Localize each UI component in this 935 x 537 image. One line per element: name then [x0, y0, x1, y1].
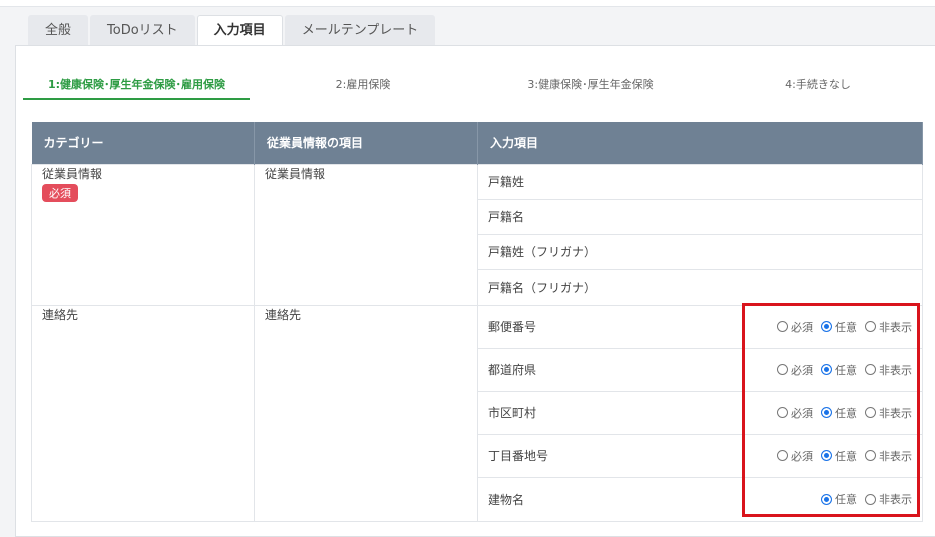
item-label: 丁目番地号	[488, 449, 549, 463]
main-tabs: 全般 ToDoリスト 入力項目 メールテンプレート	[28, 15, 437, 46]
radio-required[interactable]: 必須	[777, 405, 813, 421]
radio-hidden[interactable]: 非表示	[865, 491, 912, 507]
item-label: 市区町村	[488, 406, 537, 420]
radio-optional[interactable]: 任意	[821, 448, 857, 464]
header-input-item: 入力項目	[477, 122, 923, 164]
radio-circle-icon	[865, 364, 876, 375]
input-items-cell: 郵便番号 必須 任意 非表示 都道府県 必須 任意 非表示 市区町村 必須 任意…	[477, 304, 923, 522]
list-item: 都道府県 必須 任意 非表示	[478, 349, 922, 392]
item-label: 戸籍名（フリガナ）	[488, 280, 597, 295]
radio-circle-icon	[865, 493, 876, 505]
radio-checked-icon	[821, 493, 832, 505]
radio-label: 非表示	[879, 493, 912, 506]
employee-field-cell: 従業員情報	[254, 163, 478, 306]
list-item: 戸籍名（フリガナ）	[478, 270, 922, 305]
radio-label: 非表示	[879, 449, 912, 463]
radio-checked-icon	[821, 450, 832, 461]
category-cell: 連絡先	[31, 304, 255, 522]
radio-optional[interactable]: 任意	[821, 362, 857, 378]
list-item: 市区町村 必須 任意 非表示	[478, 392, 922, 435]
item-label: 郵便番号	[488, 320, 537, 334]
subtab-health-pension-employment[interactable]: 1:健康保険･厚生年金保険･雇用保険	[23, 76, 250, 100]
radio-hidden[interactable]: 非表示	[865, 319, 912, 335]
tab-todo-list[interactable]: ToDoリスト	[90, 15, 195, 45]
radio-circle-icon	[777, 321, 788, 332]
radio-label: 任意	[835, 363, 857, 377]
radio-optional[interactable]: 任意	[821, 319, 857, 335]
required-badge: 必須	[42, 183, 78, 202]
item-label: 戸籍姓（フリガナ）	[488, 245, 597, 259]
radio-circle-icon	[865, 407, 876, 418]
radio-checked-icon	[821, 364, 832, 375]
requirement-radio-group: 必須 任意 非表示	[769, 405, 912, 421]
tab-general[interactable]: 全般	[28, 15, 89, 45]
radio-label: 任意	[835, 406, 857, 420]
radio-required[interactable]: 必須	[777, 319, 813, 335]
procedure-subtabs: 1:健康保険･厚生年金保険･雇用保険 2:雇用保険 3:健康保険･厚生年金保険 …	[23, 46, 918, 100]
radio-label: 非表示	[879, 363, 912, 377]
table-row: 従業員情報 必須 従業員情報 戸籍姓 戸籍名 戸籍姓（フリガナ） 戸籍名（フリガ…	[31, 163, 923, 306]
radio-label: 任意	[835, 320, 857, 334]
radio-circle-icon	[777, 364, 788, 375]
radio-label: 非表示	[879, 320, 912, 334]
radio-circle-icon	[777, 450, 788, 461]
requirement-radio-group: 必須 任意 非表示	[769, 319, 912, 335]
list-item: 戸籍姓	[478, 165, 922, 200]
radio-required[interactable]: 必須	[777, 362, 813, 378]
radio-label: 非表示	[879, 406, 912, 420]
radio-label: 必須	[791, 320, 813, 334]
item-label: 建物名	[488, 492, 525, 507]
item-label: 戸籍姓	[488, 175, 525, 189]
category-label: 連絡先	[42, 307, 79, 322]
content-panel: 1:健康保険･厚生年金保険･雇用保険 2:雇用保険 3:健康保険･厚生年金保険 …	[15, 45, 935, 537]
subtab-employment[interactable]: 2:雇用保険	[323, 76, 403, 98]
requirement-radio-group: 必須 任意 非表示	[769, 362, 912, 378]
radio-label: 必須	[791, 363, 813, 377]
list-item: 戸籍名	[478, 200, 922, 235]
radio-checked-icon	[821, 321, 832, 332]
list-item: 丁目番地号 必須 任意 非表示	[478, 435, 922, 478]
tab-mail-template[interactable]: メールテンプレート	[284, 15, 436, 45]
tab-input-items[interactable]: 入力項目	[196, 15, 283, 46]
subtab-no-procedure[interactable]: 4:手続きなし	[778, 76, 858, 98]
category-cell: 従業員情報 必須	[31, 163, 255, 306]
item-label: 都道府県	[488, 363, 537, 377]
radio-circle-icon	[777, 407, 788, 418]
list-item: 郵便番号 必須 任意 非表示	[478, 306, 922, 349]
radio-label: 任意	[835, 449, 857, 463]
radio-required[interactable]: 必須	[777, 448, 813, 464]
table-row: 連絡先 連絡先 郵便番号 必須 任意 非表示 都道府県 必須 任意 非表示 市区…	[31, 304, 923, 522]
top-strip	[0, 0, 935, 7]
radio-optional[interactable]: 任意	[821, 491, 857, 507]
list-item: 建物名 任意 非表示	[478, 478, 922, 521]
header-employee-field: 従業員情報の項目	[254, 122, 478, 164]
requirement-radio-group: 任意 非表示	[813, 491, 912, 507]
radio-hidden[interactable]: 非表示	[865, 405, 912, 421]
radio-label: 任意	[835, 493, 857, 506]
subtab-health-pension[interactable]: 3:健康保険･厚生年金保険	[513, 76, 668, 98]
category-label: 従業員情報	[42, 166, 103, 181]
radio-circle-icon	[865, 450, 876, 461]
radio-label: 必須	[791, 406, 813, 420]
table-header-row: カテゴリー 従業員情報の項目 入力項目	[31, 122, 923, 164]
radio-hidden[interactable]: 非表示	[865, 448, 912, 464]
item-label: 戸籍名	[488, 210, 525, 224]
list-item: 戸籍姓（フリガナ）	[478, 235, 922, 270]
radio-hidden[interactable]: 非表示	[865, 362, 912, 378]
radio-label: 必須	[791, 449, 813, 463]
requirement-radio-group: 必須 任意 非表示	[769, 448, 912, 464]
employee-field-cell: 連絡先	[254, 304, 478, 522]
radio-checked-icon	[821, 407, 832, 418]
header-category: カテゴリー	[31, 122, 255, 164]
input-items-table: カテゴリー 従業員情報の項目 入力項目 従業員情報 必須 従業員情報 戸籍姓 戸…	[31, 122, 923, 522]
radio-optional[interactable]: 任意	[821, 405, 857, 421]
input-items-cell: 戸籍姓 戸籍名 戸籍姓（フリガナ） 戸籍名（フリガナ）	[477, 163, 923, 306]
radio-circle-icon	[865, 321, 876, 332]
